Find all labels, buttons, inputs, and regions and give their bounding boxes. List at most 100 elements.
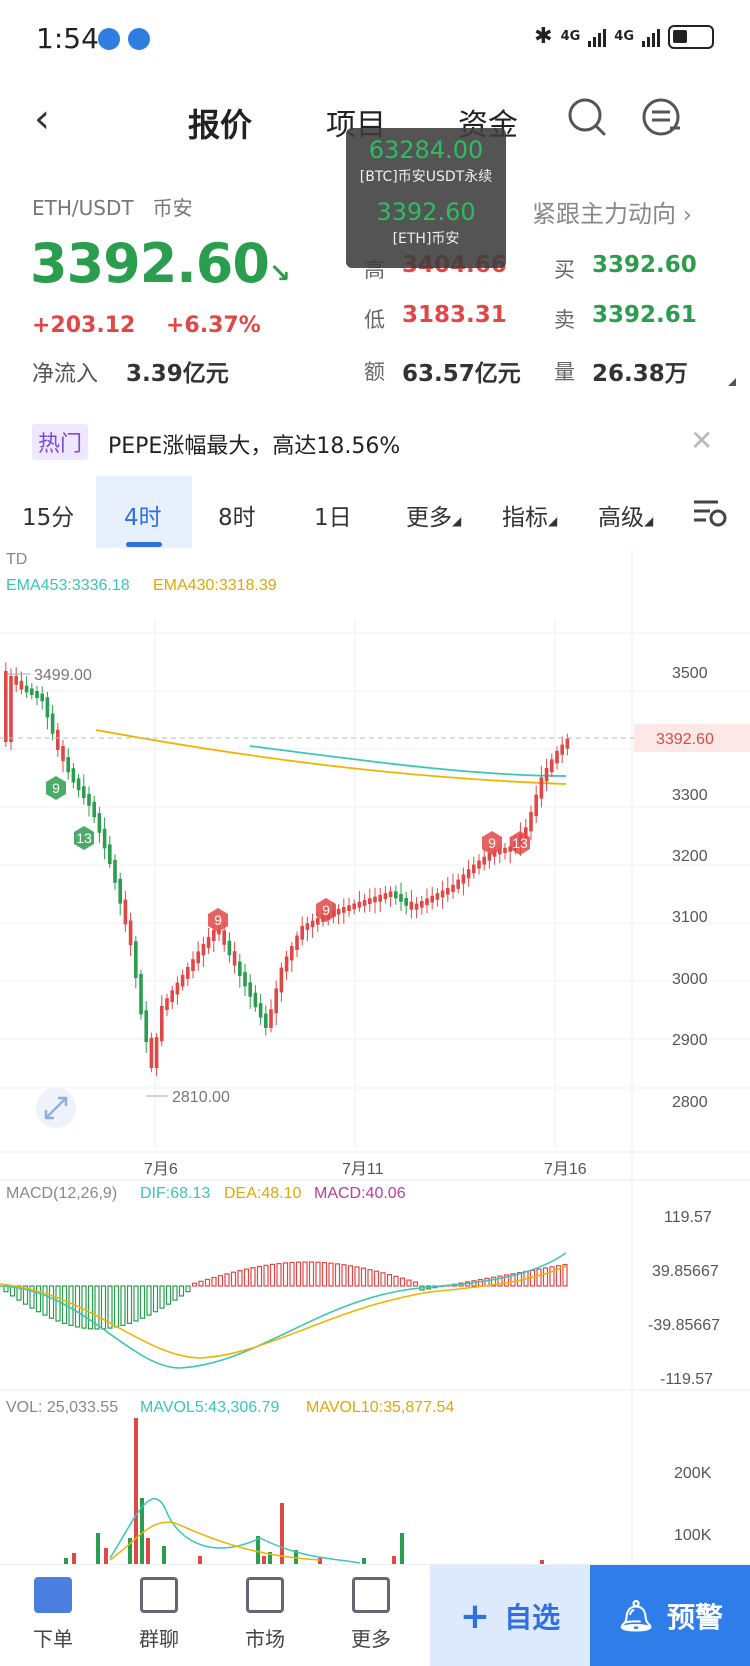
battery-icon: [668, 24, 714, 49]
candle-body: [430, 895, 434, 903]
macd-bar: [191, 1282, 198, 1287]
dea-label: DEA:48.10: [224, 1185, 301, 1202]
candle-body: [466, 869, 471, 879]
td-number: 13: [512, 835, 528, 851]
candle-body: [388, 891, 393, 898]
vol-tick: 200K: [674, 1465, 712, 1482]
candle-body: [134, 941, 138, 978]
low-mark: 2810.00: [172, 1089, 230, 1106]
macd-bar: [172, 1285, 178, 1301]
tab-more[interactable]: 更多◢: [406, 498, 461, 532]
follow-link[interactable]: 紧跟主力动向 ›: [532, 194, 692, 229]
more-button[interactable]: 更多: [318, 1565, 424, 1666]
tooltip-price-eth: 3392.60: [376, 198, 476, 226]
tab-8h[interactable]: 8时: [218, 498, 256, 532]
order-button[interactable]: 下单: [0, 1565, 106, 1666]
macd-label: MACD:40.06: [314, 1185, 406, 1202]
macd-bar: [81, 1285, 87, 1329]
macd-bar: [178, 1285, 185, 1297]
system-icons: ✱ 4G 4G: [534, 24, 714, 49]
amount-label: 额: [364, 360, 385, 384]
dif-label: DIF:68.13: [140, 1185, 210, 1202]
candle-body: [212, 930, 216, 941]
y-tick: 3500: [672, 665, 708, 682]
back-icon[interactable]: ‹: [34, 96, 50, 142]
hot-text[interactable]: PEPE涨幅最大，高达18.56%: [108, 428, 400, 460]
volume-bar: [400, 1533, 404, 1568]
macd-bar: [48, 1285, 55, 1319]
add-favorite-button[interactable]: + 自选: [430, 1565, 590, 1666]
candle-body: [414, 903, 419, 910]
candle-body: [45, 697, 50, 718]
macd-bar: [289, 1261, 295, 1287]
change-pct: +6.37%: [166, 313, 261, 338]
macd-bar: [380, 1272, 386, 1287]
alert-button[interactable]: 🔔︎ 预警: [590, 1565, 750, 1666]
candle-body: [420, 901, 424, 908]
search-icon[interactable]: [566, 96, 608, 138]
candle-body: [534, 794, 538, 816]
net-inflow-label: 净流入: [32, 362, 99, 387]
y-tick: 3200: [672, 848, 708, 865]
hot-tag: 热门: [32, 424, 89, 460]
candle-body: [560, 744, 564, 755]
candle-body: [180, 974, 185, 987]
macd-bar: [165, 1285, 172, 1305]
macd-bar: [373, 1270, 380, 1287]
network-type: 4G: [614, 29, 634, 44]
candle-body: [201, 943, 206, 956]
tab-15m[interactable]: 15分: [22, 498, 74, 532]
macd-bar: [315, 1261, 321, 1287]
x-tick: 7月16: [544, 1161, 587, 1178]
candle-body: [227, 940, 232, 956]
group-chat-button[interactable]: 群聊: [106, 1565, 212, 1666]
message-menu-icon[interactable]: [640, 96, 684, 140]
volume-bar: [96, 1533, 100, 1568]
price-tooltip: 63284.00 [BTC]币安USDT永续 3392.60 [ETH]币安: [346, 128, 506, 268]
expand-corner-icon[interactable]: [728, 378, 736, 386]
macd-bar: [282, 1262, 289, 1287]
order-icon: [34, 1577, 72, 1613]
x-tick: 7月11: [342, 1161, 384, 1178]
candle-body: [206, 936, 211, 948]
macd-bar: [139, 1285, 146, 1319]
market-button[interactable]: 市场: [212, 1565, 318, 1666]
macd-bar: [536, 1268, 542, 1287]
kline-chart[interactable]: 9 13 9 9 9 13 TD EMA453:3336.18 EMA430:3318.3…: [0, 548, 750, 1568]
tab-advanced[interactable]: 高级◢: [598, 498, 653, 532]
td-number: 9: [52, 780, 60, 796]
candle-body: [378, 894, 382, 902]
tab-quote[interactable]: 报价: [188, 100, 252, 146]
candle-body: [92, 801, 96, 818]
candle-body: [253, 992, 258, 1008]
close-icon[interactable]: ✕: [690, 424, 713, 457]
last-price-tag: 3392.60: [656, 731, 714, 748]
bell-icon: 🔔︎: [616, 1598, 656, 1634]
candle-body: [357, 901, 362, 908]
candle-body: [97, 813, 102, 833]
candle-body: [222, 930, 226, 945]
tab-4h[interactable]: 4时: [124, 498, 162, 532]
candle-body: [290, 946, 294, 961]
buy-label: 买: [554, 258, 575, 282]
macd-bar: [341, 1264, 347, 1287]
td-number: 9: [488, 835, 496, 851]
macd-header: MACD(12,26,9): [6, 1185, 117, 1202]
sell-label: 卖: [554, 308, 575, 332]
tab-indicator[interactable]: 指标◢: [502, 498, 557, 532]
macd-bar: [42, 1285, 48, 1316]
macd-bar: [542, 1267, 549, 1287]
pair-name: ETH/USDT 币安: [32, 196, 193, 220]
candle-body: [435, 893, 440, 900]
macd-bar: [477, 1278, 484, 1287]
macd-bar: [120, 1285, 126, 1326]
chart-settings-icon[interactable]: [692, 496, 728, 530]
candle-body: [295, 935, 299, 950]
interval-tabs: 15分 4时 8时 1日 更多◢ 指标◢ 高级◢: [0, 476, 750, 548]
volume-bar: [280, 1503, 284, 1568]
candle-body: [144, 1010, 148, 1042]
tooltip-price-btc: 63284.00: [368, 136, 484, 164]
candle-body: [76, 778, 81, 791]
candle-body: [108, 844, 112, 864]
tab-1d[interactable]: 1日: [314, 498, 352, 532]
